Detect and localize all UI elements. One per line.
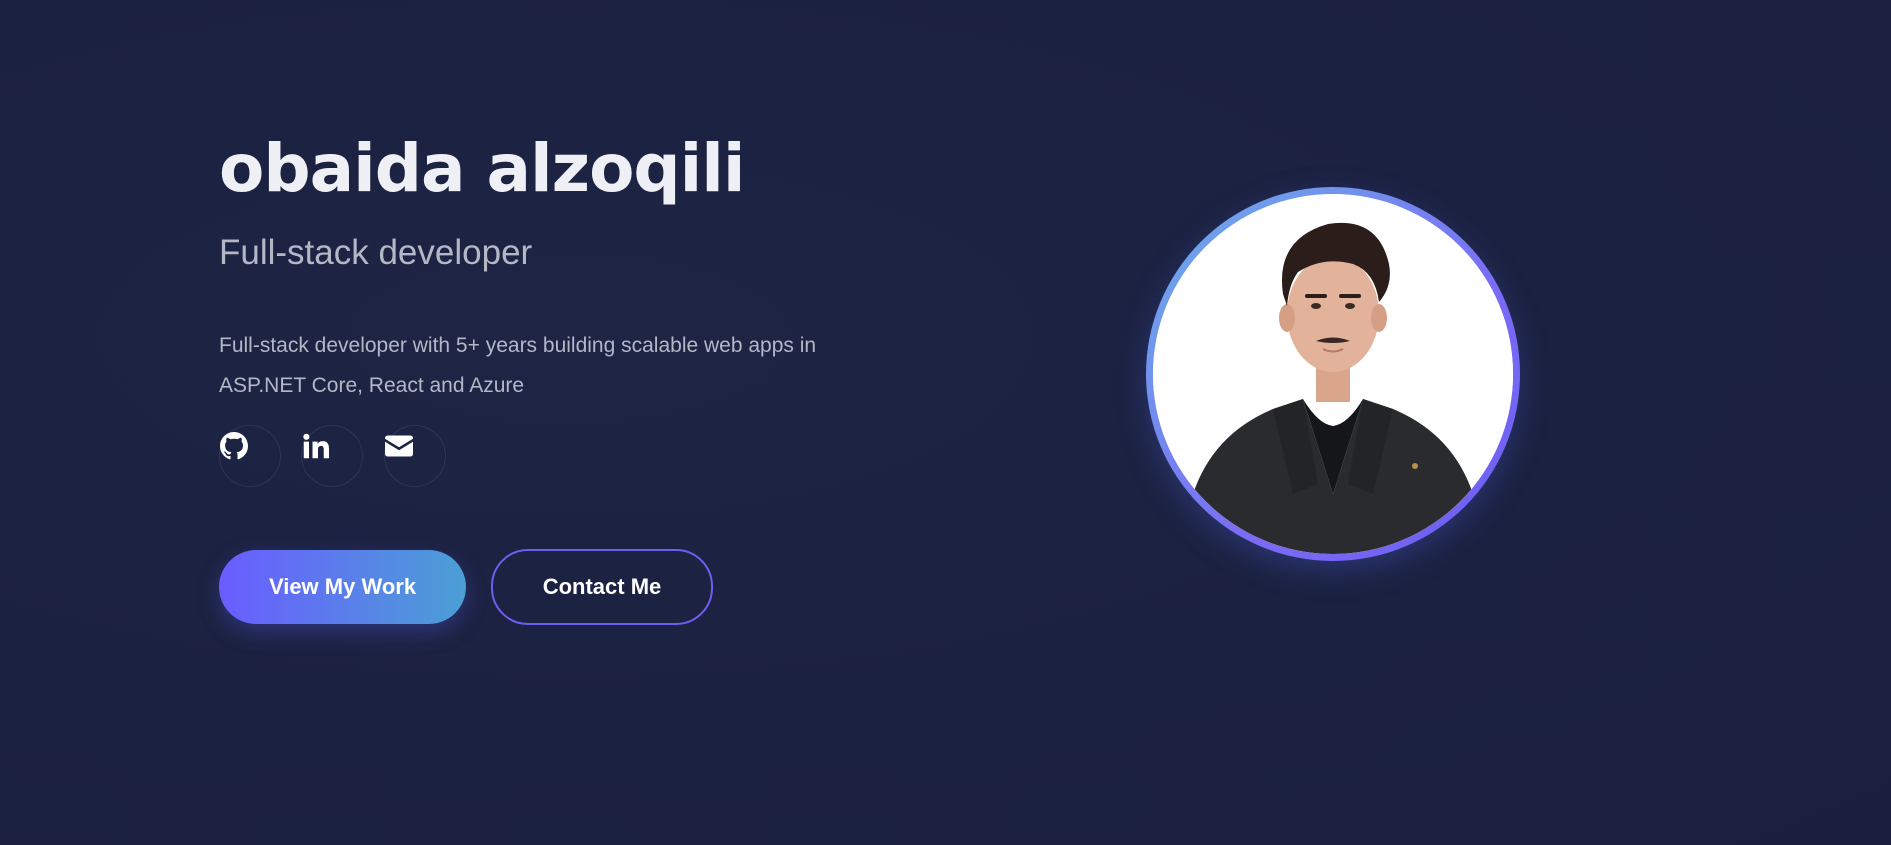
- hero-section: obaida alzoqili Full-stack developer Ful…: [0, 0, 1891, 845]
- hero-bio: Full-stack developer with 5+ years build…: [219, 334, 817, 397]
- portrait-illustration: [1153, 194, 1513, 554]
- hero-intro: obaida alzoqili Full-stack developer Ful…: [219, 120, 899, 625]
- hero-name: obaida alzoqili: [219, 130, 746, 207]
- envelope-icon: [385, 435, 413, 457]
- github-link[interactable]: [219, 425, 281, 487]
- contact-me-button[interactable]: Contact Me: [491, 549, 713, 625]
- email-link[interactable]: [384, 425, 446, 487]
- linkedin-icon: [303, 433, 329, 459]
- profile-photo: [1153, 194, 1513, 554]
- profile-photo-frame: [1146, 187, 1520, 561]
- view-my-work-button[interactable]: View My Work: [219, 550, 466, 624]
- github-icon: [220, 432, 248, 460]
- hero-role: Full-stack developer: [219, 233, 533, 272]
- linkedin-link[interactable]: [301, 425, 363, 487]
